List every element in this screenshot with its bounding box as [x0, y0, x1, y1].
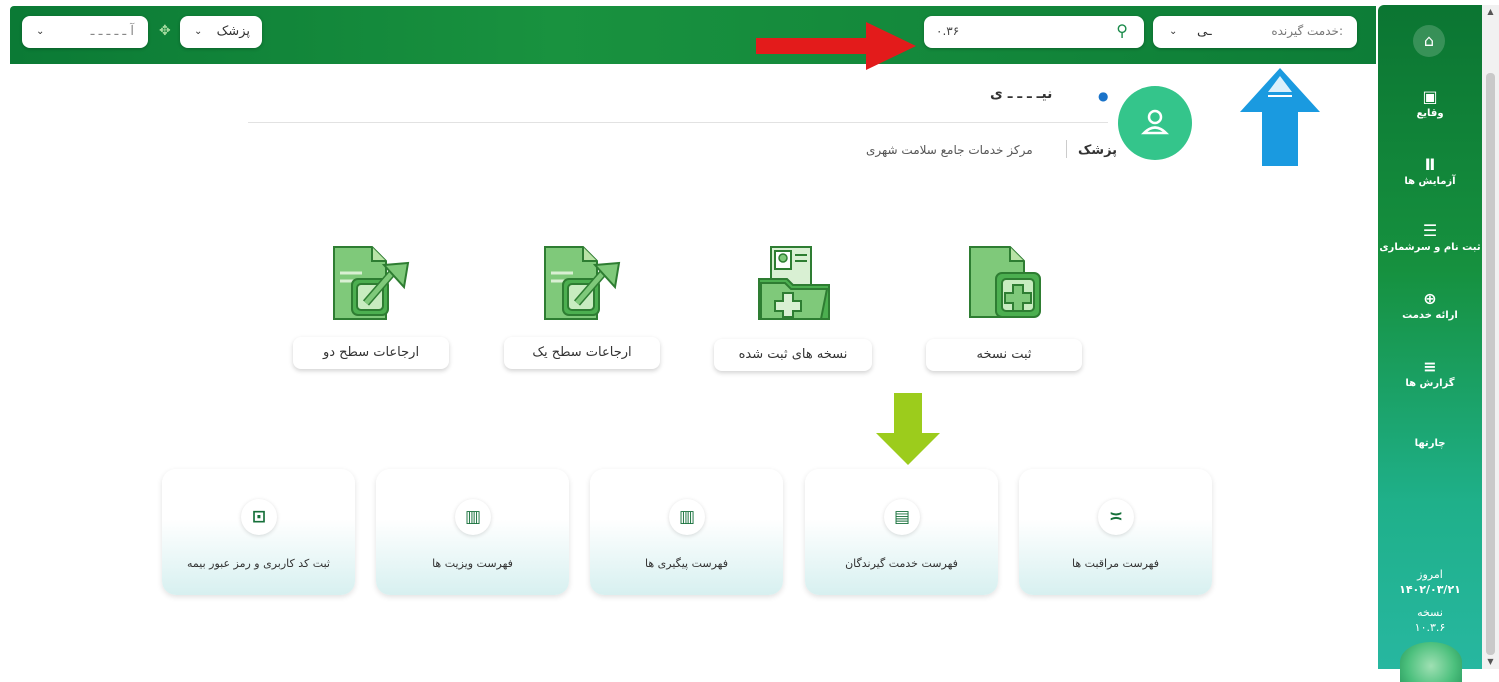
- sidebar-item-reports[interactable]: ≡ گزارش ها: [1378, 357, 1482, 390]
- sidebar-item-label: وقایع: [1416, 108, 1444, 119]
- prescription-add-icon[interactable]: [966, 243, 1042, 321]
- insurance-credentials-label: ثبت کد کاربری و رمز عبور بیمه: [187, 557, 330, 570]
- avatar: [1118, 86, 1192, 160]
- registered-prescriptions-label: نسخه های ثبت شده: [738, 347, 848, 362]
- sidebar-item-label: گزارش ها: [1405, 378, 1455, 389]
- follow-up-list-card[interactable]: ▥ فهرست پیگیری ها: [590, 469, 783, 595]
- visit-list-label: فهرست ویزیت ها: [432, 557, 513, 570]
- chevron-down-icon: ⌄: [194, 26, 203, 37]
- register-prescription-button[interactable]: ثبت نسخه: [926, 339, 1082, 371]
- scrollbar[interactable]: ▲ ▼: [1482, 5, 1499, 669]
- clipboard-list-icon: ▥: [455, 499, 491, 535]
- scroll-down-icon[interactable]: ▼: [1486, 657, 1495, 667]
- verified-badge-icon: ●: [1098, 89, 1109, 103]
- service-recipients-list-label: فهرست خدمت گیرندگان: [845, 557, 958, 570]
- visit-list-card[interactable]: ▥ فهرست ویزیت ها: [376, 469, 569, 595]
- search-plus-icon: ⊕: [1423, 289, 1437, 308]
- registered-prescriptions-button[interactable]: نسخه های ثبت شده: [714, 339, 872, 371]
- referral-level-one-button[interactable]: ارجاعات سطح یک: [504, 337, 660, 369]
- divider: [248, 122, 1108, 123]
- doctor-dropdown[interactable]: پزشک ⌄: [180, 16, 262, 48]
- user-role: پزشک: [1078, 143, 1118, 158]
- referral-level-two-icon[interactable]: [332, 245, 412, 321]
- sidebar-item-registration[interactable]: ☰ ثبت نام و سرشماری: [1378, 221, 1482, 254]
- scroll-thumb[interactable]: [1486, 73, 1495, 655]
- referral-level-one-label: ارجاعات سطح یک: [532, 345, 632, 360]
- scroll-up-icon[interactable]: ▲: [1486, 7, 1495, 17]
- referral-level-two-button[interactable]: ارجاعات سطح دو: [293, 337, 449, 369]
- chevron-down-icon: ⌄: [36, 26, 45, 37]
- chevron-down-icon: ⌄: [1169, 26, 1178, 37]
- sidebar-item-label: آزمایش ها: [1404, 176, 1456, 187]
- blue-arrow-annotation: [1240, 68, 1320, 166]
- logo: [1400, 642, 1462, 682]
- sidebar-item-label: ثبت نام و سرشماری: [1379, 242, 1481, 253]
- list-check-icon: ≍: [1098, 499, 1134, 535]
- service-recipient-placeholder: خدمت گیرنده:: [1271, 24, 1343, 38]
- red-arrow-annotation: [756, 22, 916, 70]
- care-list-label: فهرست مراقبت ها: [1072, 557, 1159, 570]
- register-prescription-label: ثبت نسخه: [976, 347, 1032, 362]
- settings-icon[interactable]: ✥: [159, 23, 171, 39]
- database-icon: ≡: [1423, 357, 1437, 376]
- version-value: ۱۰.۳.۶: [1414, 621, 1446, 634]
- home-icon[interactable]: ⌂: [1413, 25, 1445, 57]
- search-icon[interactable]: ⚲: [1116, 21, 1128, 40]
- sidebar-item-label: چارتها: [1414, 438, 1446, 449]
- green-arrow-annotation: [876, 393, 940, 465]
- divider: [1066, 140, 1067, 158]
- doctor-dropdown-label: پزشک: [216, 24, 250, 39]
- insurance-credentials-card[interactable]: ⊡ ثبت کد کاربری و رمز عبور بیمه: [162, 469, 355, 595]
- follow-up-list-label: فهرست پیگیری ها: [644, 557, 728, 570]
- search-box[interactable]: ۰.۳۶ ⚲: [924, 16, 1144, 48]
- user-icon: [1140, 109, 1170, 135]
- clinic-dropdown-label: آ ـ ـ ـ ـ ـ: [90, 24, 134, 39]
- referral-level-one-icon[interactable]: [543, 245, 623, 321]
- referral-level-two-label: ارجاعات سطح دو: [322, 345, 420, 360]
- sidebar-item-tests[interactable]: Ⅱ آزمایش ها: [1378, 155, 1482, 188]
- today-date: ۱۴۰۲/۰۳/۲۱: [1399, 583, 1461, 596]
- sidebar-item-events[interactable]: ▣ وقایع: [1378, 87, 1482, 120]
- user-name: نیـ ـ ـ ـ ی: [990, 86, 1053, 102]
- clipboard-list-icon: ▥: [669, 499, 705, 535]
- version-label: نسخه: [1417, 606, 1443, 619]
- today-label: امروز: [1417, 568, 1443, 581]
- health-center-name: مرکز خدمات جامع سلامت شهری: [866, 143, 1033, 157]
- registered-prescriptions-icon[interactable]: [757, 245, 831, 321]
- sidebar-item-service[interactable]: ⊕ ارائه خدمت: [1378, 289, 1482, 322]
- service-recipients-list-card[interactable]: ▤ فهرست خدمت گیرندگان: [805, 469, 998, 595]
- test-tube-icon: Ⅱ: [1424, 155, 1436, 174]
- people-list-icon: ☰: [1422, 221, 1438, 240]
- sidebar-item-charts[interactable]: چارتها: [1378, 438, 1482, 449]
- lock-check-icon: ⊡: [241, 499, 277, 535]
- care-list-card[interactable]: ≍ فهرست مراقبت ها: [1019, 469, 1212, 595]
- clipboard-icon: ▤: [884, 499, 920, 535]
- search-input[interactable]: ۰.۳۶: [936, 24, 959, 38]
- service-recipient-value: ـی: [1197, 24, 1212, 39]
- calendar-icon: ▣: [1422, 87, 1438, 106]
- service-recipient-select[interactable]: خدمت گیرنده: ـی ⌄: [1153, 16, 1357, 48]
- sidebar-item-label: ارائه خدمت: [1402, 310, 1458, 321]
- clinic-dropdown[interactable]: آ ـ ـ ـ ـ ـ ⌄: [22, 16, 148, 48]
